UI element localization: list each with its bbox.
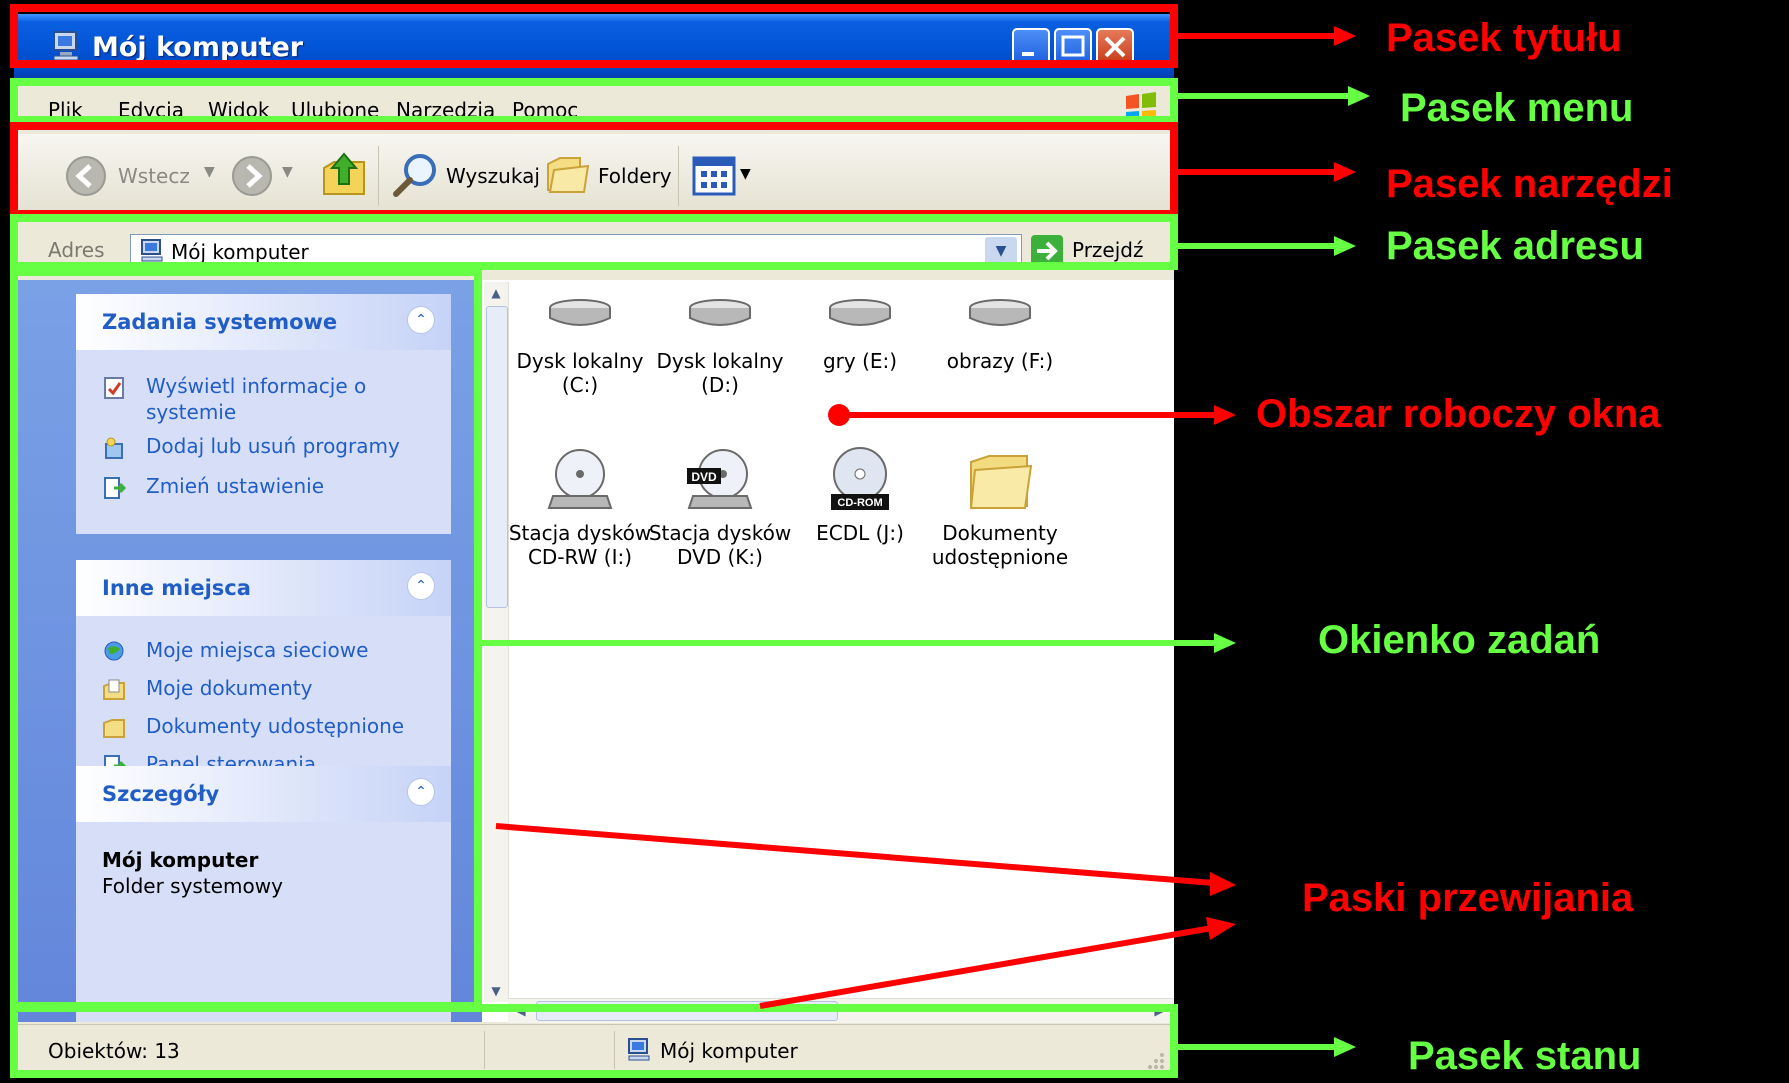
- annotation-address-bar: Pasek adresu: [1386, 224, 1644, 268]
- arrow-scrollbar-vertical: [495, 823, 1215, 886]
- arrow-head: [1334, 236, 1356, 256]
- annotation-menu-bar: Pasek menu: [1400, 86, 1634, 130]
- arrow-head: [1210, 872, 1236, 896]
- arrow-head: [1334, 1037, 1356, 1057]
- annotation-task-pane: Okienko zadań: [1318, 618, 1601, 662]
- arrow-head: [1206, 917, 1236, 940]
- arrow-head: [1334, 26, 1356, 46]
- annotation-title-bar: Pasek tytułu: [1386, 16, 1622, 60]
- arrow-head: [1334, 162, 1356, 182]
- annotation-scrollbars: Paski przewijania: [1302, 876, 1634, 920]
- arrow-head: [1348, 86, 1370, 106]
- arrow-head: [1214, 633, 1236, 653]
- annotation-work-area: Obszar roboczy okna: [1256, 392, 1661, 436]
- annotation-toolbar: Pasek narzędzi: [1386, 162, 1673, 206]
- arrow-scrollbar-horizontal: [759, 925, 1213, 1009]
- annotation-status-bar: Pasek stanu: [1408, 1034, 1642, 1078]
- arrow-head: [1214, 405, 1236, 425]
